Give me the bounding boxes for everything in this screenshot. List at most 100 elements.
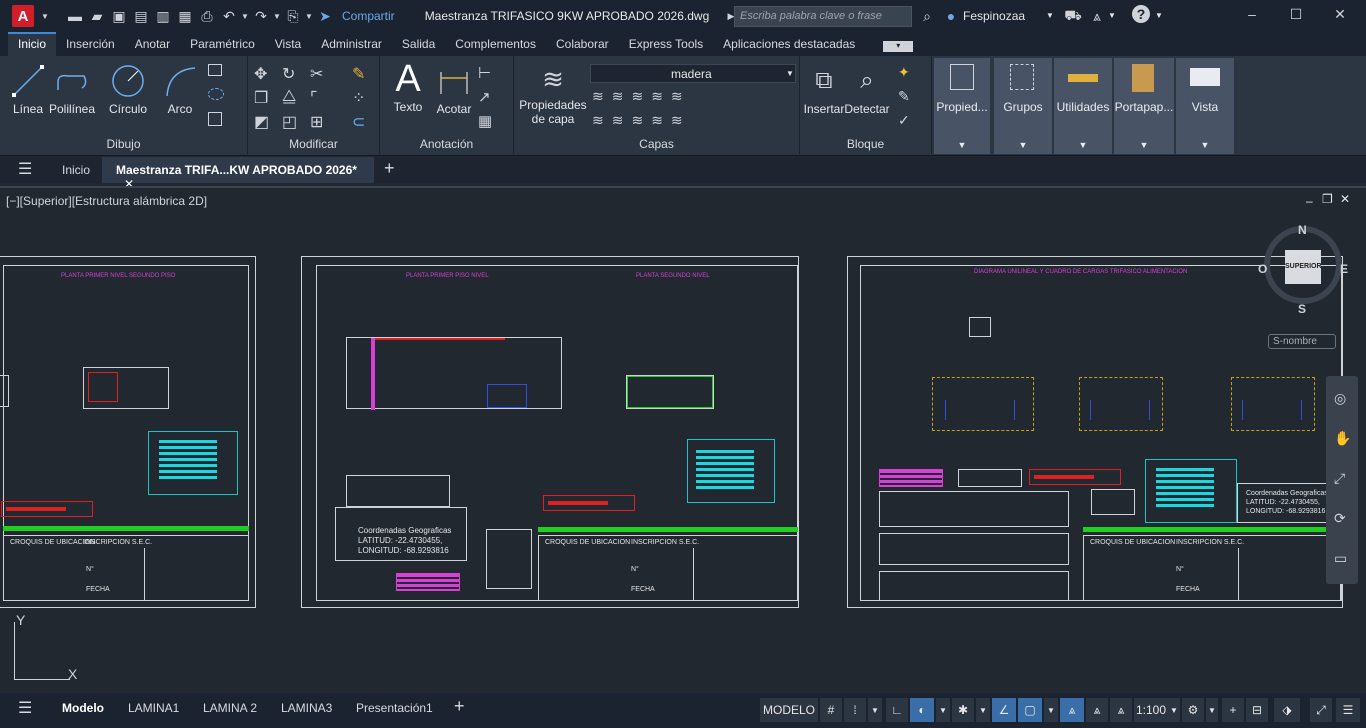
ribbon-minimize-icon[interactable]: ▾ [883,41,914,52]
panel-utilidades[interactable]: Utilidades ▼ [1054,58,1112,154]
grid-icon[interactable]: # [820,698,842,722]
search-input[interactable]: Escriba palabra clave o frase [734,6,912,27]
array-icon[interactable]: ⊞ [310,112,330,132]
osnap-dropdown-icon[interactable]: ▼ [1044,698,1058,722]
scale-dropdown-icon[interactable]: ▼ [1168,698,1180,722]
move-icon[interactable]: ✥ [254,64,274,84]
qat-dropdown-icon[interactable]: ▼ [304,5,314,27]
layout-tab-lamina3[interactable]: LAMINA3 [281,701,332,715]
text-tool[interactable]: A Texto [390,58,426,115]
mirror-icon[interactable]: ⧋ [282,88,302,108]
hardware-acceleration-icon[interactable]: ⬗ [1274,698,1300,722]
tab-insercion[interactable]: Inserción [56,32,125,56]
line-tool[interactable]: Línea [10,62,46,116]
new-file-icon[interactable]: ▬ [64,5,86,27]
object-snap-icon[interactable]: ▢ [1018,698,1042,722]
copy-icon[interactable]: ❐ [254,88,274,108]
layer-dropdown[interactable]: madera [590,64,796,83]
zoom-extents-icon[interactable]: ⤢ [1334,470,1345,487]
isodraft-dropdown-icon[interactable]: ▼ [976,698,990,722]
layout-tab-modelo[interactable]: Modelo [62,701,104,715]
snap-icon[interactable]: ⁞ [844,698,866,722]
panel-portapapeles[interactable]: Portapap... ▼ [1114,58,1174,154]
web-mobile-icon[interactable]: ▥ [152,5,174,27]
fullscreen-icon[interactable]: ⤢ [1310,698,1332,722]
compass-east[interactable]: E [1340,262,1348,276]
help-icon[interactable]: ? [1132,5,1150,23]
layout-tab-lamina2[interactable]: LAMINA 2 [203,701,257,715]
user-name[interactable]: Fespinozaa [963,9,1025,23]
insert-tool[interactable]: ⧉ Insertar [802,62,846,116]
workspace-dropdown-icon[interactable]: ▼ [1206,698,1218,722]
arc-tool[interactable]: Arco [162,62,198,116]
detect-tool[interactable]: ⌕ Detectar [844,62,890,116]
drawing-canvas[interactable]: [−][Superior][Estructura alámbrica 2D] –… [0,186,1366,692]
app-logo[interactable]: A [12,5,34,27]
tab-colaborar[interactable]: Colaborar [546,32,619,56]
new-layout-icon[interactable]: + [454,696,465,717]
dropdown-arrow-icon[interactable]: ▼ [34,5,56,27]
stretch-icon[interactable]: ◩ [254,112,274,132]
tab-aplicaciones-destacadas[interactable]: Aplicaciones destacadas [713,32,865,56]
close-icon[interactable]: ✕ [1330,6,1350,26]
layout-tab-lamina1[interactable]: LAMINA1 [128,701,179,715]
panel-propiedades-arrow-icon[interactable]: ▼ [934,140,990,150]
app-dropdown-icon[interactable]: ▼ [1108,11,1116,20]
compass-west[interactable]: O [1258,262,1267,276]
panel-vista[interactable]: Vista ▼ [1176,58,1234,154]
region-icon[interactable] [208,112,222,126]
steering-wheel-icon[interactable]: ◎ [1334,390,1346,407]
viewport-close-icon[interactable]: ✕ [1340,192,1350,206]
share-button[interactable]: Compartir [342,9,395,23]
rectangle-icon[interactable] [208,64,222,76]
customization-icon[interactable]: ☰ [1336,698,1360,722]
scale-icon[interactable]: ◰ [282,112,302,132]
plot-icon[interactable]: ⎘ [282,5,304,27]
object-snap-tracking-icon[interactable]: ∠ [992,698,1016,722]
panel-capas-title[interactable]: Capas [514,137,799,151]
polar-icon[interactable]: ◐ [910,698,934,722]
annotation-monitor-icon[interactable]: + [1222,698,1244,722]
tab-express-tools[interactable]: Express Tools [619,32,713,56]
save-as-icon[interactable]: ▤ [130,5,152,27]
tab-salida[interactable]: Salida [392,32,445,56]
hatch-icon[interactable] [208,88,224,100]
minimize-icon[interactable]: – [1242,6,1262,26]
rotate-icon[interactable]: ↻ [282,64,302,84]
sheet-3[interactable]: DIAGRAMA UNILINEAL Y CUADRO DE CARGAS TR… [847,256,1343,608]
offset-icon[interactable]: ⊂ [352,112,372,132]
snap-dropdown-icon[interactable]: ▼ [868,698,882,722]
model-space-button[interactable]: MODELO [760,698,818,722]
panel-anotacion-title[interactable]: Anotación [380,137,513,151]
panel-bloque-title[interactable]: Bloque [800,137,931,151]
compass-north[interactable]: N [1298,223,1307,237]
cart-icon[interactable]: ⛟ [1062,5,1084,27]
erase-icon[interactable]: ✎ [352,64,372,84]
edit-block-icon[interactable]: ✎ [898,88,918,108]
fillet-icon[interactable]: ⌜ [310,88,330,108]
trim-icon[interactable]: ✂ [310,64,330,84]
polyline-tool[interactable]: Polilínea [48,62,96,116]
search-icon[interactable]: ⌕ [916,5,938,27]
layer-dropdown-arrow-icon[interactable]: ▼ [786,69,794,78]
layer-properties-tool[interactable]: ≋ Propiedades de capa [516,60,590,127]
layout-menu-icon[interactable]: ☰ [18,698,32,718]
tab-parametrico[interactable]: Paramétrico [180,32,265,56]
table-icon[interactable]: ▦ [478,112,498,132]
undo-dropdown-icon[interactable]: ▼ [240,5,250,27]
sheet-1[interactable]: PLANTA PRIMER NIVEL SEGUNDO PISO CROQUIS… [0,256,256,608]
sheet-2[interactable]: PLANTA PRIMER PISO NIVEL PLANTA SEGUNDO … [301,256,799,608]
redo-icon[interactable]: ↷ [250,5,272,27]
export-icon[interactable]: ▦ [174,5,196,27]
annotation-visibility-icon[interactable]: ⩓ [1060,698,1084,722]
maximize-icon[interactable]: ☐ [1286,6,1306,26]
block-attr-icon[interactable]: ✓ [898,112,918,132]
menu-icon[interactable]: ☰ [18,157,32,183]
panel-vista-arrow-icon[interactable]: ▼ [1176,140,1234,150]
doctab-active-drawing[interactable]: Maestranza TRIFA...KW APROBADO 2026* ✕ [102,157,374,191]
navigation-bar[interactable]: ◎ ✋ ⤢ ⟳ ▭ [1326,376,1358,584]
annotation-scale-icon[interactable]: ⩓ [1110,698,1132,722]
viewport-restore-icon[interactable]: ❐ [1322,192,1333,206]
user-icon[interactable]: ● [940,5,962,27]
new-tab-icon[interactable]: + [384,157,395,183]
